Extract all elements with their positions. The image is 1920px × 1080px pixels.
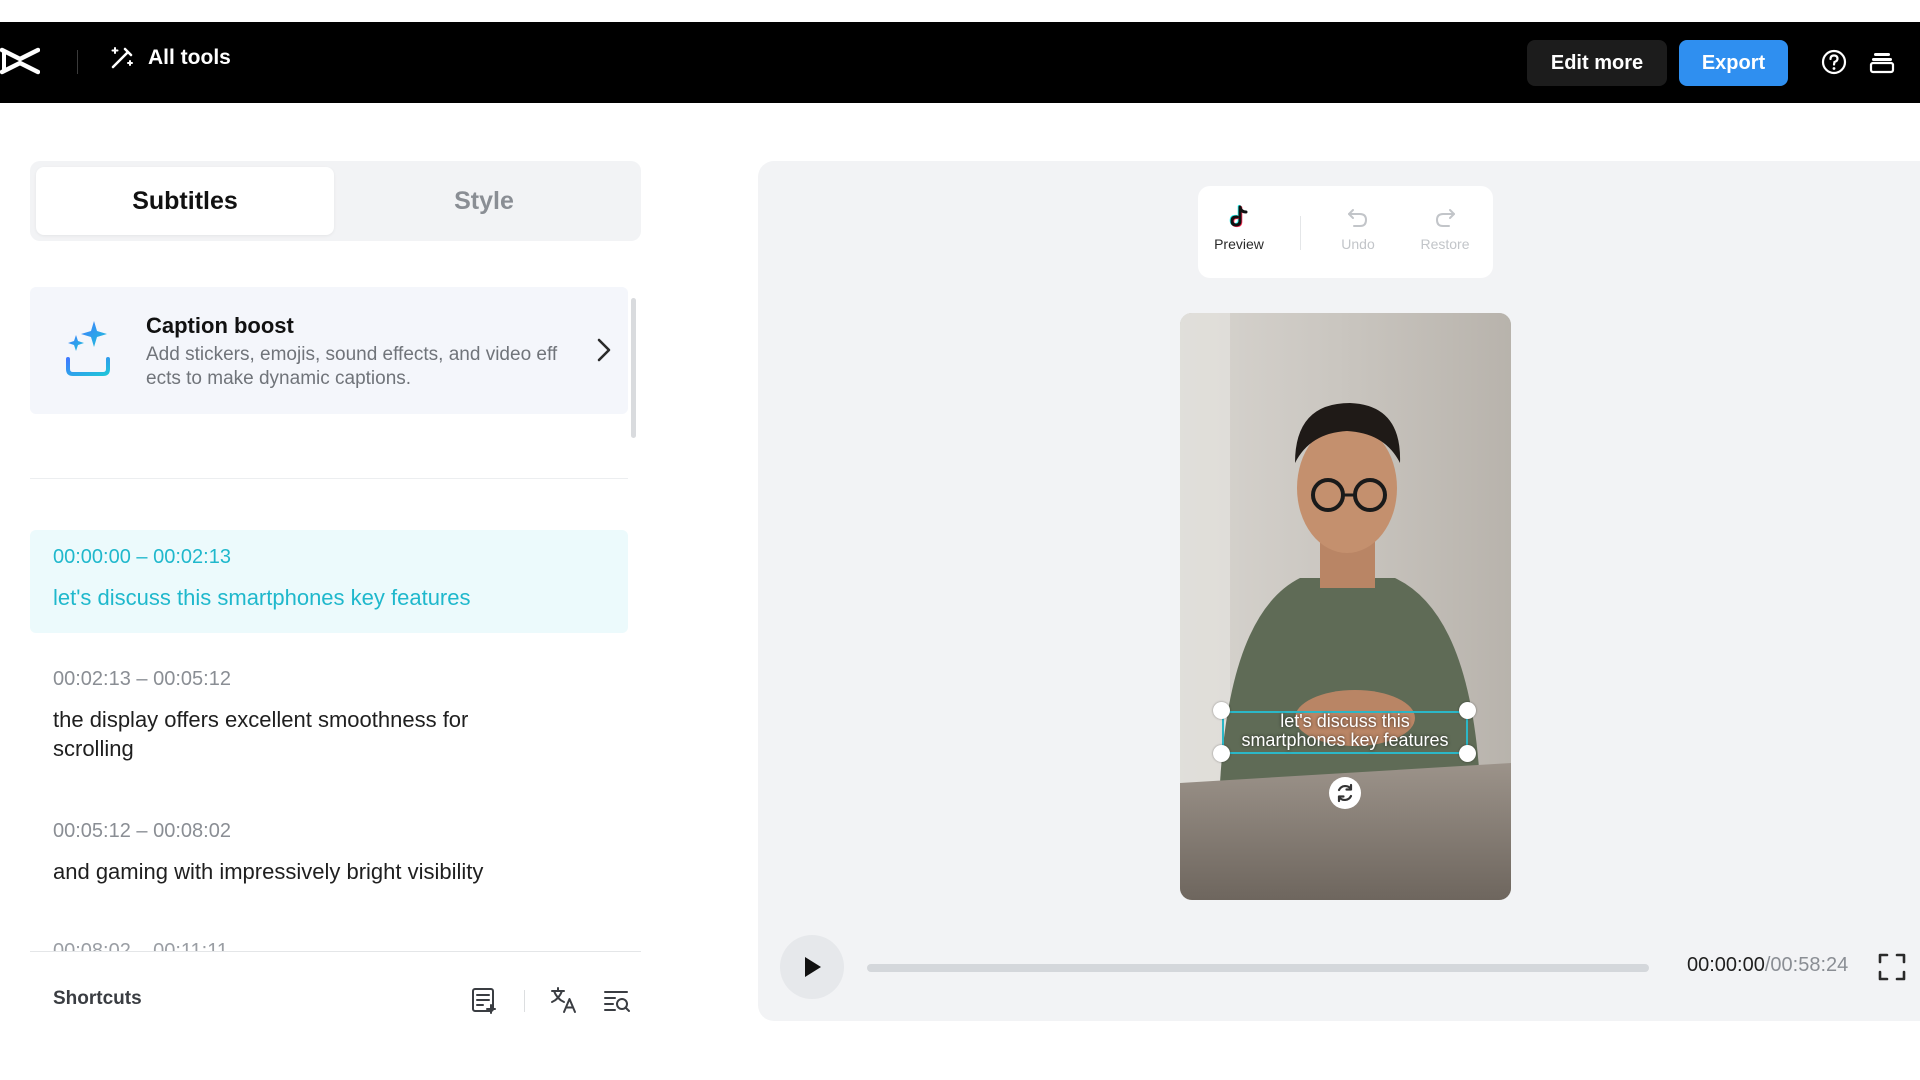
add-caption-icon[interactable] bbox=[469, 985, 499, 1015]
video-caption[interactable]: let's discuss this smartphones key featu… bbox=[1210, 712, 1480, 750]
translate-icon[interactable] bbox=[549, 985, 579, 1015]
top-bar: All tools Edit more Export bbox=[0, 22, 1920, 103]
preview-label: Preview bbox=[1214, 236, 1264, 252]
fullscreen-icon[interactable] bbox=[1877, 952, 1907, 982]
resize-handle[interactable] bbox=[1213, 702, 1230, 719]
history-toolbar: Preview Undo Restore bbox=[1198, 186, 1493, 278]
preview-button[interactable]: Preview bbox=[1199, 204, 1279, 252]
edit-more-button[interactable]: Edit more bbox=[1527, 40, 1667, 86]
video-caption-line: let's discuss this bbox=[1280, 711, 1410, 731]
undo-icon bbox=[1348, 209, 1368, 227]
shortcuts-button[interactable]: Shortcuts bbox=[53, 988, 142, 1010]
toolbar-separator bbox=[524, 990, 525, 1012]
video-caption-line: smartphones key features bbox=[1241, 730, 1449, 750]
video-frame-illustration bbox=[1180, 313, 1511, 900]
export-button[interactable]: Export bbox=[1679, 40, 1788, 86]
play-button[interactable] bbox=[780, 935, 844, 999]
magic-wand-icon bbox=[111, 47, 133, 69]
tab-style[interactable]: Style bbox=[334, 167, 634, 235]
topbar-separator bbox=[77, 50, 78, 74]
play-icon bbox=[805, 957, 821, 977]
total-time: /00:58:24 bbox=[1764, 954, 1849, 976]
tab-subtitles[interactable]: Subtitles bbox=[36, 167, 334, 235]
section-divider bbox=[30, 478, 628, 479]
sparkle-tray-icon bbox=[66, 321, 110, 376]
subtitle-time: 00:02:13 – 00:05:12 bbox=[53, 668, 231, 690]
panel-tabs: Subtitles Style bbox=[30, 161, 641, 241]
video-preview[interactable] bbox=[1180, 313, 1511, 900]
all-tools-button[interactable]: All tools bbox=[108, 44, 231, 72]
restore-button[interactable]: Restore bbox=[1405, 204, 1485, 252]
tiktok-icon bbox=[1229, 204, 1248, 228]
subtitle-time: 00:00:00 – 00:02:13 bbox=[53, 546, 231, 568]
subtitle-text[interactable]: let's discuss this smartphones key featu… bbox=[53, 583, 553, 612]
resize-handle[interactable] bbox=[1459, 702, 1476, 719]
playback-progress-bar[interactable] bbox=[867, 964, 1649, 972]
caption-boost-description: Add stickers, emojis, sound effects, and… bbox=[146, 344, 558, 389]
chevron-right-icon bbox=[597, 338, 611, 362]
subtitle-text[interactable]: the display offers excellent smoothness … bbox=[53, 705, 553, 763]
caption-boost-card[interactable]: Caption boost Add stickers, emojis, soun… bbox=[30, 287, 628, 414]
subtitle-time: 00:05:12 – 00:08:02 bbox=[53, 820, 231, 842]
restore-label: Restore bbox=[1420, 236, 1470, 252]
history-separator bbox=[1300, 216, 1301, 250]
subtitle-item[interactable]: 00:00:00 – 00:02:13 let's discuss this s… bbox=[30, 530, 628, 633]
subtitle-item[interactable]: 00:05:12 – 00:08:02 and gaming with impr… bbox=[30, 820, 628, 886]
undo-label: Undo bbox=[1341, 236, 1375, 252]
layers-icon[interactable] bbox=[1868, 48, 1896, 76]
resize-handle[interactable] bbox=[1213, 745, 1230, 762]
find-replace-icon[interactable] bbox=[602, 985, 632, 1015]
subtitle-text[interactable]: and gaming with impressively bright visi… bbox=[53, 857, 553, 886]
resize-handle[interactable] bbox=[1459, 745, 1476, 762]
caption-boost-title: Caption boost bbox=[146, 313, 294, 338]
undo-button[interactable]: Undo bbox=[1318, 204, 1398, 252]
timecode: 00:00:00/00:58:24 bbox=[1687, 954, 1848, 977]
all-tools-label: All tools bbox=[148, 46, 231, 69]
help-icon[interactable] bbox=[1820, 48, 1848, 76]
panel-scrollbar[interactable] bbox=[631, 298, 636, 438]
current-time: 00:00:00 bbox=[1687, 954, 1765, 976]
capcut-logo[interactable] bbox=[0, 44, 40, 78]
footer-divider bbox=[30, 951, 641, 952]
redo-icon bbox=[1435, 209, 1455, 227]
rotate-icon[interactable] bbox=[1328, 776, 1362, 810]
subtitle-item[interactable]: 00:02:13 – 00:05:12 the display offers e… bbox=[30, 668, 628, 763]
